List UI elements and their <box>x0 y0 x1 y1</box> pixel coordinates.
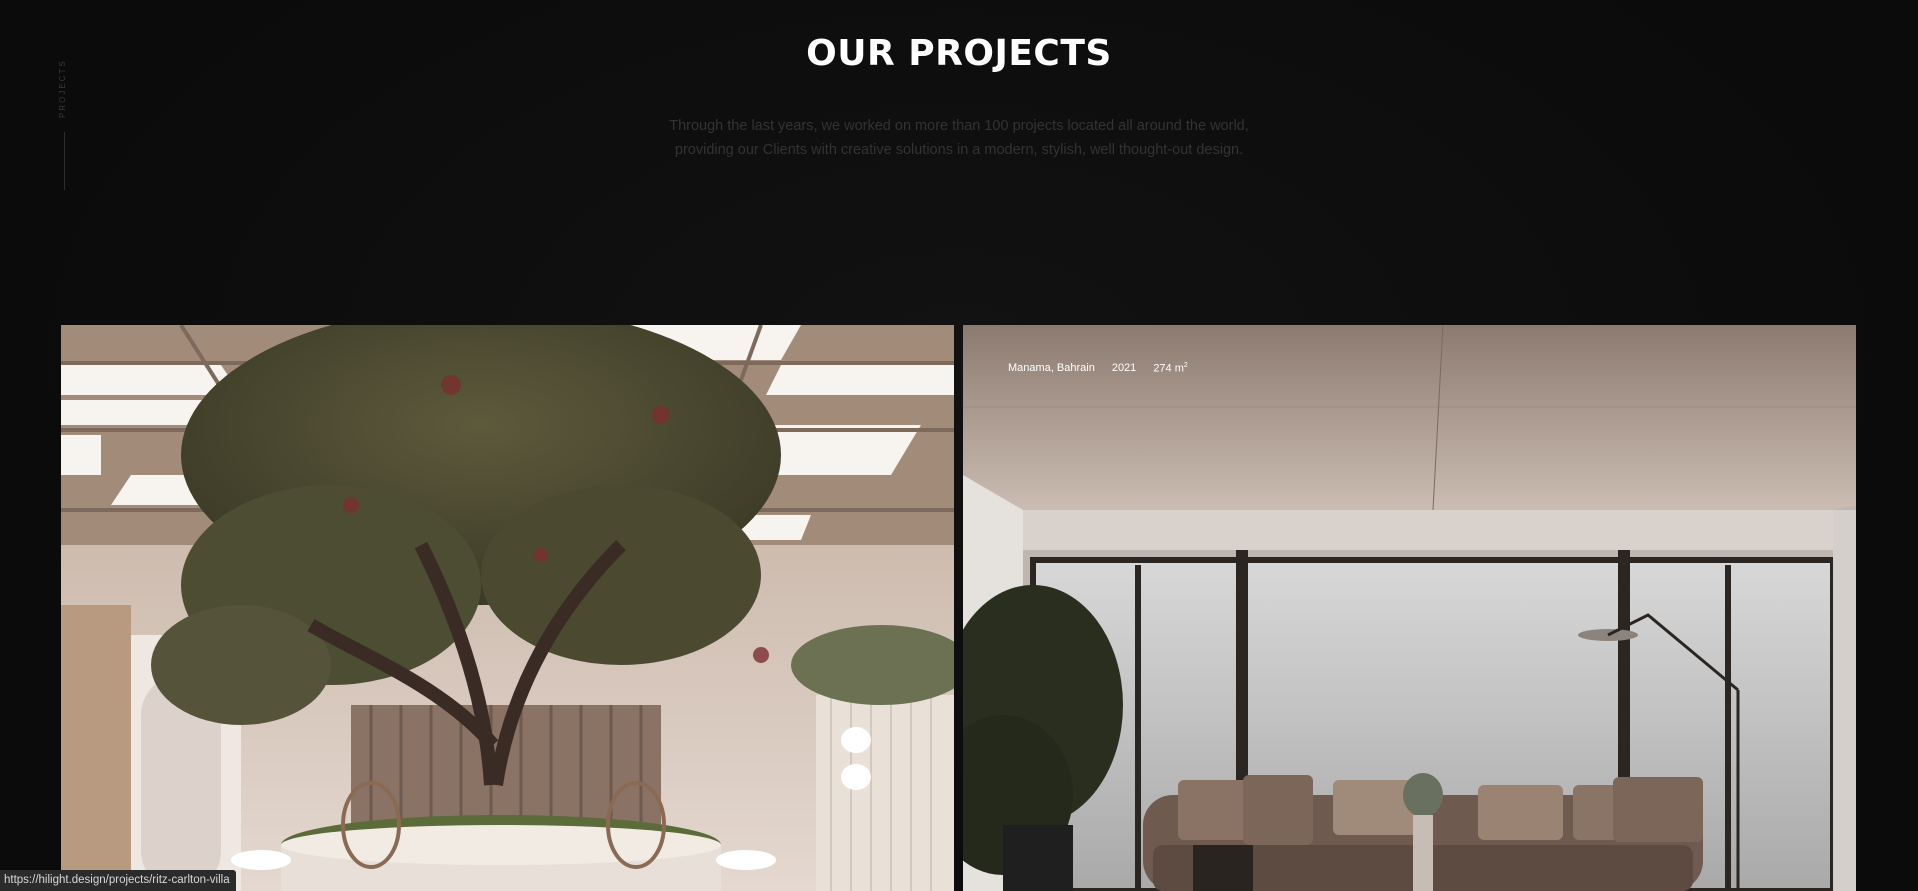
living-room-sofa-image <box>963 325 1856 891</box>
projects-page: PROJECTS OUR PROJECTS Through the last y… <box>0 0 1918 891</box>
intro-paragraph: Through the last years, we worked on mor… <box>669 118 1249 158</box>
side-divider-line <box>64 132 65 190</box>
project-area: 274 m2 <box>1153 362 1188 375</box>
project-card-ritz-carlton-villa[interactable] <box>61 325 954 891</box>
project-meta: Manama, Bahrain 2021 274 m2 <box>1008 362 1188 375</box>
project-year: 2021 <box>1111 362 1137 374</box>
status-bar-url: https://hilight.design/projects/ritz-car… <box>0 870 236 891</box>
project-card-manama[interactable]: Manama, Bahrain 2021 274 m2 <box>963 325 1856 891</box>
interior-tree-atrium-image <box>61 325 954 891</box>
page-title: OUR PROJECTS <box>806 33 1112 74</box>
project-location: Manama, Bahrain <box>1008 362 1095 374</box>
